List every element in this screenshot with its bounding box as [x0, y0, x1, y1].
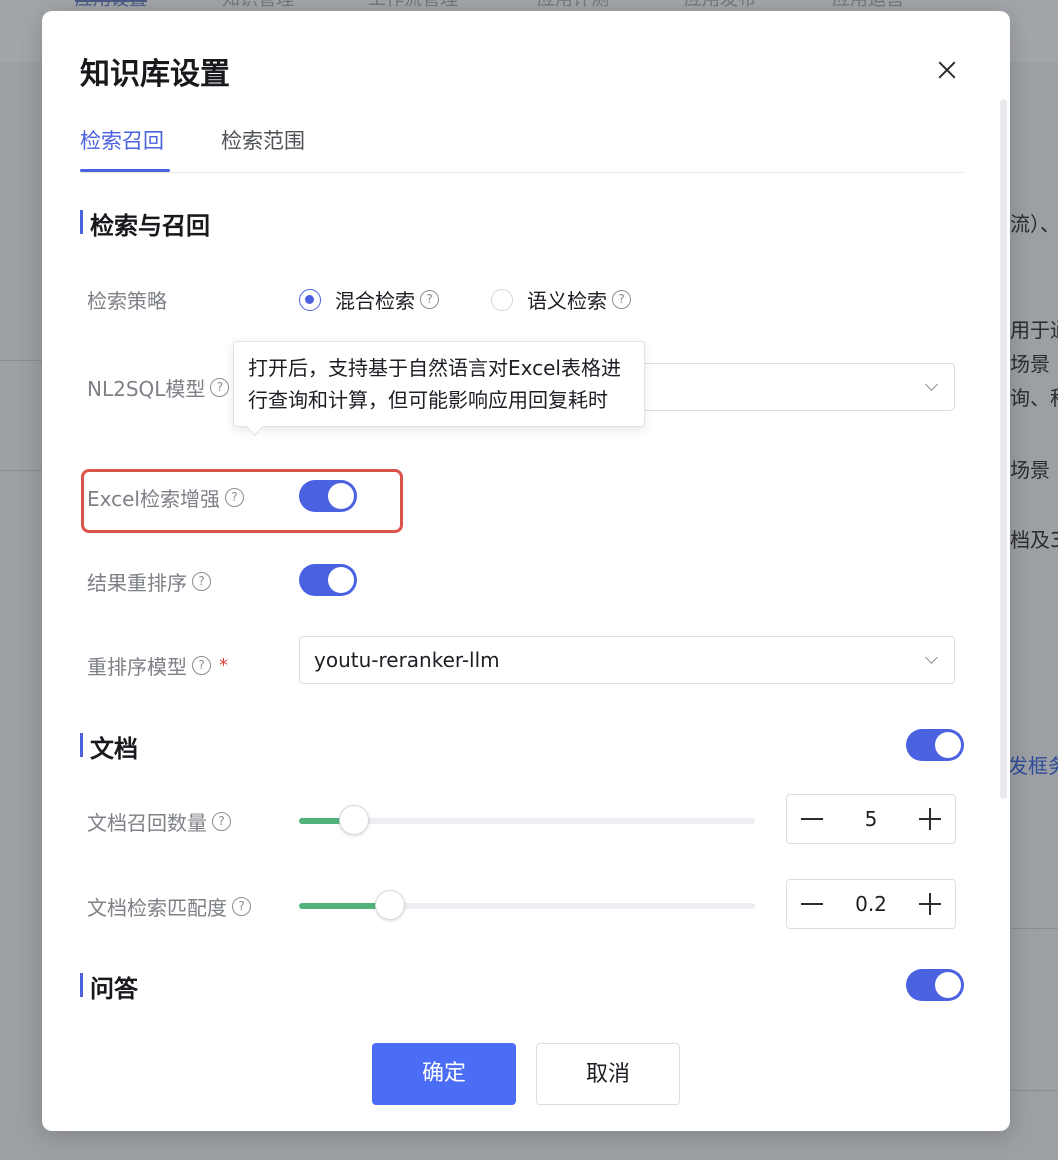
help-icon[interactable]: ? — [232, 897, 251, 916]
tab-retrieval-scope[interactable]: 检索范围 — [221, 125, 305, 155]
divider — [0, 470, 42, 471]
stepper-value[interactable]: 5 — [837, 795, 905, 843]
radio-dot[interactable] — [299, 288, 321, 311]
strategy-label-text: 检索策略 — [87, 289, 167, 313]
radio-hybrid-label: 混合检索 — [335, 289, 415, 313]
toggle-knob — [935, 732, 961, 758]
help-icon[interactable]: ? — [420, 290, 439, 309]
document-toggle[interactable] — [906, 729, 964, 761]
rerank-toggle[interactable] — [299, 564, 357, 596]
section-title-document: 文档 — [80, 729, 138, 764]
minus-icon[interactable] — [787, 795, 837, 843]
required-marker: * — [219, 655, 228, 676]
section-title-retrieval: 检索与召回 — [80, 206, 210, 241]
rerank-label: 结果重排序 ? — [87, 567, 211, 596]
bg-side-text: 流）、 — [1010, 212, 1058, 236]
confirm-button[interactable]: 确定 — [372, 1043, 516, 1105]
radio-hybrid-search[interactable]: 混合检索 ? — [299, 285, 439, 314]
bg-side-text: 询、科 — [1010, 386, 1058, 410]
radio-semantic-search[interactable]: 语义检索 ? — [491, 285, 631, 314]
plus-icon[interactable] — [905, 880, 955, 928]
doc-recall-count-label: 文档召回数量 ? — [87, 807, 231, 836]
nl2sql-label-text: NL2SQL模型 — [87, 377, 206, 401]
rerank-model-label-text: 重排序模型 — [87, 655, 187, 679]
qa-toggle[interactable] — [906, 969, 964, 1001]
rerank-model-select[interactable]: youtu-reranker-llm — [299, 636, 955, 684]
radio-semantic-label: 语义检索 — [527, 289, 607, 313]
help-icon[interactable]: ? — [612, 290, 631, 309]
plus-icon[interactable] — [905, 795, 955, 843]
rerank-label-text: 结果重排序 — [87, 571, 187, 595]
divider — [1010, 928, 1058, 929]
doc-recall-count-slider[interactable] — [299, 805, 755, 835]
modal-title: 知识库设置 — [80, 57, 230, 92]
minus-icon[interactable] — [787, 880, 837, 928]
doc-recall-count-stepper[interactable]: 5 — [786, 794, 956, 844]
bg-side-text: 档及3 — [1010, 528, 1058, 552]
help-icon[interactable]: ? — [210, 378, 230, 397]
close-icon[interactable] — [932, 55, 962, 85]
rerank-model-value: youtu-reranker-llm — [314, 648, 500, 672]
section-title-qa: 问答 — [80, 969, 138, 1004]
bg-side-text: 场景 — [1010, 352, 1050, 376]
bg-link: 发框务 — [1008, 754, 1058, 778]
toggle-knob — [935, 972, 961, 998]
help-icon[interactable]: ? — [192, 572, 211, 591]
chevron-down-icon — [925, 651, 938, 664]
help-icon[interactable]: ? — [192, 656, 211, 675]
help-icon[interactable]: ? — [212, 812, 231, 831]
slider-thumb[interactable] — [375, 890, 406, 920]
strategy-label: 检索策略 — [87, 285, 167, 314]
radio-dot[interactable] — [491, 288, 513, 311]
scrollbar[interactable] — [1000, 99, 1007, 799]
bg-side-text: 用于通 — [1010, 318, 1058, 342]
doc-recall-count-label-text: 文档召回数量 — [87, 811, 207, 835]
doc-match-slider[interactable] — [299, 890, 755, 920]
nl2sql-label: NL2SQL模型 ? — [87, 373, 230, 402]
divider — [0, 360, 42, 361]
doc-match-stepper[interactable]: 0.2 — [786, 879, 956, 929]
excel-enhance-tooltip: 打开后，支持基于自然语言对Excel表格进行查询和计算，但可能影响应用回复耗时 — [233, 341, 645, 427]
knowledge-settings-modal: 知识库设置 检索召回 检索范围 检索与召回 检索策略 混合检索 ? 语义检索 ?… — [42, 11, 1010, 1131]
divider — [1010, 1090, 1058, 1091]
slider-thumb[interactable] — [338, 805, 369, 835]
cancel-button[interactable]: 取消 — [536, 1043, 680, 1105]
modal-tabs: 检索召回 检索范围 — [80, 119, 964, 173]
bg-side-text: 场景 — [1010, 458, 1050, 482]
tab-retrieval-recall[interactable]: 检索召回 — [80, 125, 164, 155]
rerank-model-label: 重排序模型 ? * — [87, 651, 228, 680]
active-tab-indicator — [80, 169, 170, 172]
highlight-annotation — [81, 469, 403, 533]
toggle-knob — [328, 567, 354, 593]
doc-match-label: 文档检索匹配度 ? — [87, 892, 251, 921]
doc-match-label-text: 文档检索匹配度 — [87, 896, 227, 920]
chevron-down-icon — [925, 378, 938, 391]
stepper-value[interactable]: 0.2 — [837, 880, 905, 928]
